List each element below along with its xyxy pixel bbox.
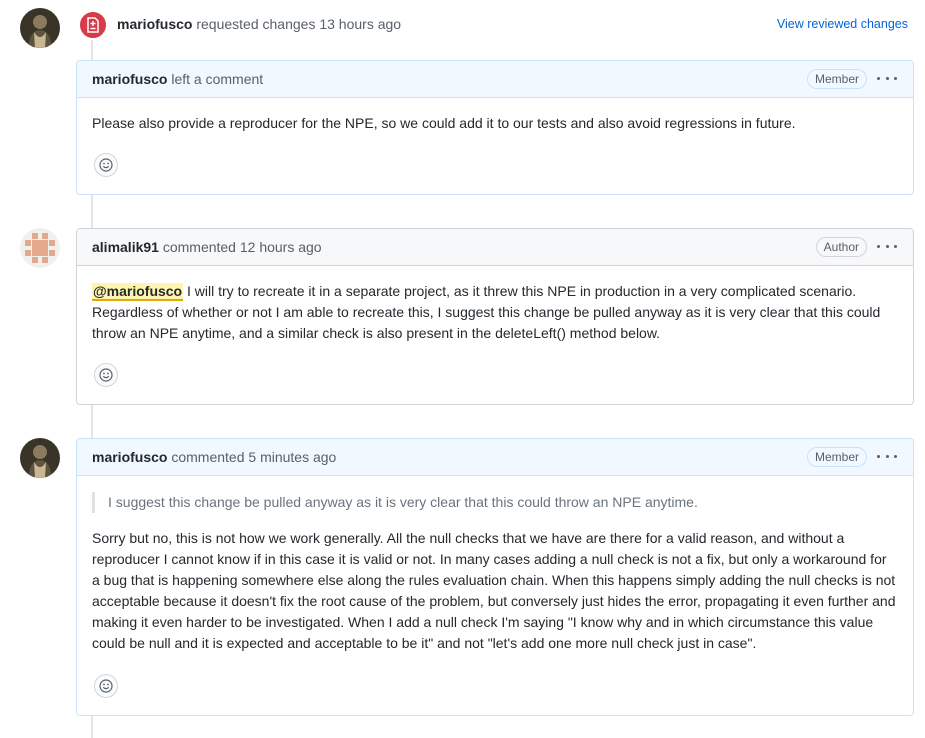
kebab-horizontal-icon[interactable] <box>877 448 897 464</box>
comment-action: commented 5 minutes ago <box>167 449 337 465</box>
review-author-link[interactable]: mariofusco <box>117 16 192 32</box>
avatar-mariofusco[interactable] <box>20 438 60 478</box>
user-mention-link[interactable]: @mariofusco <box>92 283 184 301</box>
author-badge: Author <box>815 237 867 257</box>
comment-author-link[interactable]: alimalik91 <box>92 239 159 255</box>
avatar-alimalik91[interactable] <box>20 228 60 268</box>
file-diff-icon <box>78 10 108 40</box>
comment-author-link[interactable]: mariofusco <box>92 449 167 465</box>
smiley-icon[interactable] <box>94 363 118 387</box>
kebab-horizontal-icon[interactable] <box>877 238 897 254</box>
blockquote: I suggest this change be pulled anyway a… <box>92 492 898 513</box>
smiley-icon[interactable] <box>94 153 118 177</box>
avatar-mariofusco[interactable] <box>20 8 60 48</box>
comment-text: Please also provide a reproducer for the… <box>92 115 796 131</box>
comment-body: @mariofusco I will try to recreate it in… <box>77 266 913 344</box>
review-text: mariofusco requested changes 13 hours ag… <box>117 16 401 32</box>
comment-action: commented 12 hours ago <box>158 239 322 255</box>
comment-box: mariofusco commented 5 minutes ago Membe… <box>76 438 914 716</box>
comment-body: Please also provide a reproducer for the… <box>77 98 913 134</box>
review-action: requested changes 13 hours ago <box>192 16 402 32</box>
member-badge: Member <box>806 69 867 89</box>
comment-text: @mariofusco I will try to recreate it in… <box>92 281 898 344</box>
comment-author-link[interactable]: mariofusco <box>92 71 167 87</box>
smiley-icon[interactable] <box>94 674 118 698</box>
comment-text: Sorry but no, this is not how we work ge… <box>92 530 896 651</box>
kebab-horizontal-icon[interactable] <box>877 70 897 86</box>
comment-action: left a comment <box>167 71 264 87</box>
comment-text-rest: I will try to recreate it in a separate … <box>92 283 881 341</box>
comment-header: mariofusco left a comment Member <box>77 61 913 98</box>
review-event: mariofusco requested changes 13 hours ag… <box>78 10 908 40</box>
comment-body: I suggest this change be pulled anyway a… <box>77 476 913 654</box>
comment-box: alimalik91 commented 12 hours ago Author… <box>76 228 914 405</box>
comment-box: mariofusco left a comment Member Please … <box>76 60 914 195</box>
view-reviewed-changes-link[interactable]: View reviewed changes <box>777 17 908 31</box>
comment-header: mariofusco commented 5 minutes ago Membe… <box>77 439 913 476</box>
member-badge: Member <box>806 447 867 467</box>
comment-header: alimalik91 commented 12 hours ago Author <box>77 229 913 266</box>
